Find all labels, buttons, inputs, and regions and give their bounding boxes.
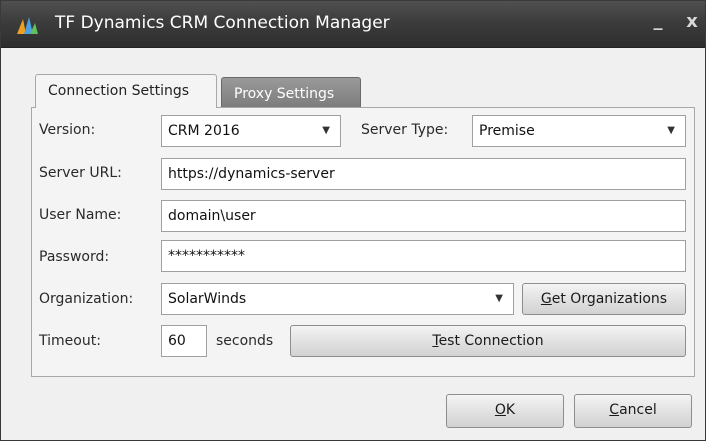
user-name-value: domain\user <box>168 208 256 224</box>
chevron-down-icon: ▼ <box>322 125 330 136</box>
organization-select[interactable]: SolarWinds ▼ <box>161 283 514 315</box>
timeout-unit-label: seconds <box>216 333 274 349</box>
chevron-down-icon: ▼ <box>495 293 503 304</box>
close-button[interactable]: x <box>681 11 703 32</box>
server-type-value: Premise <box>479 123 535 139</box>
get-organizations-button[interactable]: Get Organizations <box>522 283 686 315</box>
title-bar[interactable]: TF Dynamics CRM Connection Manager _ x <box>1 1 705 48</box>
chevron-down-icon: ▼ <box>667 125 675 136</box>
version-value: CRM 2016 <box>168 123 240 139</box>
user-name-label: User Name: <box>39 207 122 223</box>
tab-connection-settings[interactable]: Connection Settings <box>35 74 217 108</box>
cancel-button[interactable]: Cancel <box>574 394 692 428</box>
timeout-label: Timeout: <box>39 333 101 349</box>
timeout-value: 60 <box>168 333 186 349</box>
organization-label: Organization: <box>39 291 134 307</box>
minimize-button[interactable]: _ <box>647 10 669 31</box>
password-value: *********** <box>168 248 245 264</box>
test-connection-button[interactable]: Test Connection <box>290 325 686 357</box>
version-label: Version: <box>39 122 96 138</box>
server-type-label: Server Type: <box>361 122 449 138</box>
connection-manager-window: TF Dynamics CRM Connection Manager _ x C… <box>0 0 706 441</box>
server-url-field[interactable]: https://dynamics-server <box>161 158 686 190</box>
version-select[interactable]: CRM 2016 ▼ <box>161 115 341 147</box>
server-url-label: Server URL: <box>39 165 122 181</box>
timeout-field[interactable]: 60 <box>161 325 207 357</box>
server-url-value: https://dynamics-server <box>168 166 335 182</box>
user-name-field[interactable]: domain\user <box>161 200 686 232</box>
password-field[interactable]: *********** <box>161 240 686 272</box>
server-type-select[interactable]: Premise ▼ <box>472 115 686 147</box>
ok-button[interactable]: OK <box>446 394 564 428</box>
password-label: Password: <box>39 249 110 265</box>
organization-value: SolarWinds <box>168 291 247 307</box>
app-logo-icon <box>17 17 38 34</box>
tab-proxy-settings[interactable]: Proxy Settings <box>221 77 361 109</box>
window-title: TF Dynamics CRM Connection Manager <box>55 13 390 33</box>
